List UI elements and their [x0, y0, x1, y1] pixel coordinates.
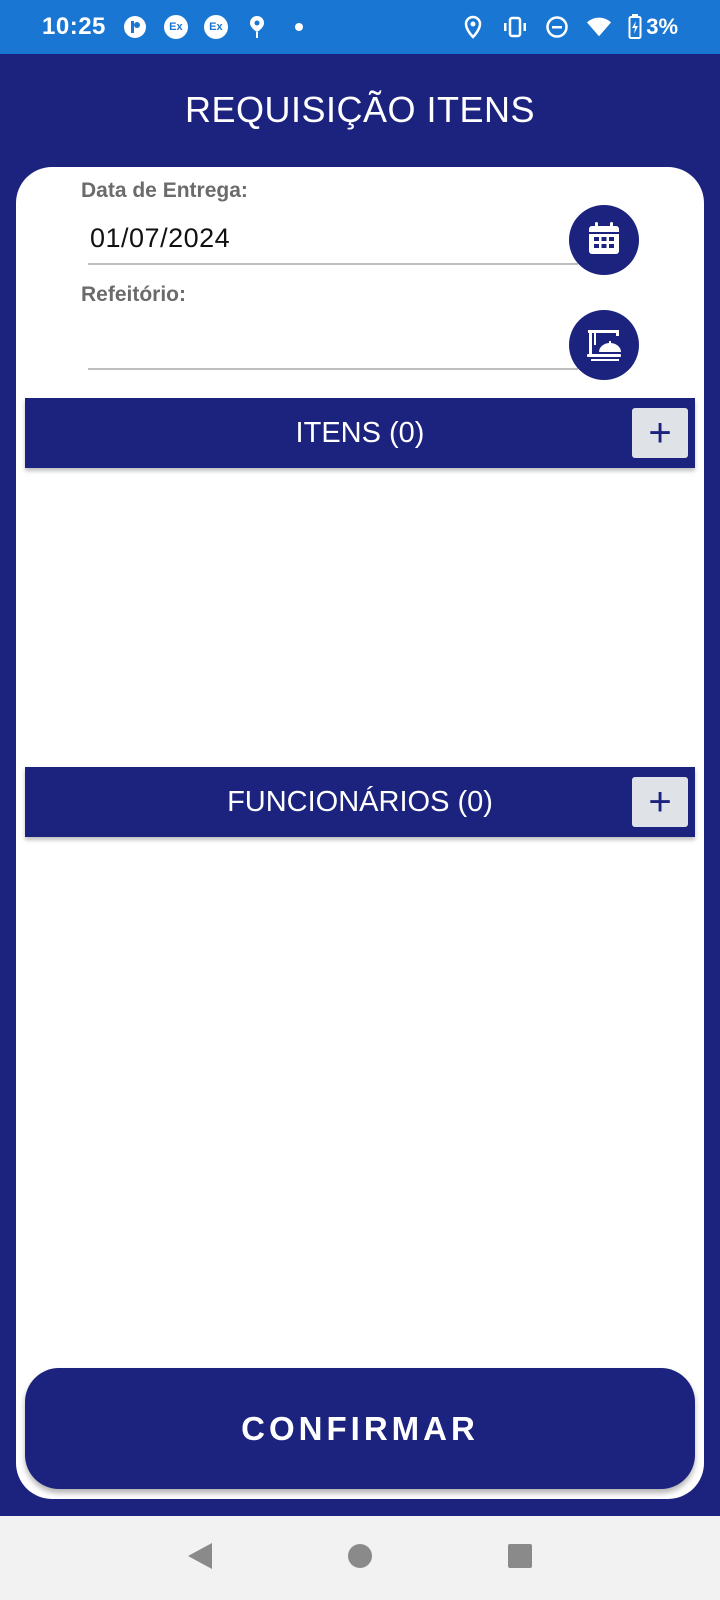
- employees-section-header: FUNCIONÁRIOS (0) +: [25, 767, 695, 837]
- app-header: REQUISIÇÃO ITENS: [0, 54, 720, 166]
- wifi-icon: [586, 14, 612, 40]
- app-icon: [122, 14, 148, 40]
- delivery-date-field[interactable]: 01/07/2024: [88, 213, 578, 265]
- battery-charging-icon: [628, 14, 642, 40]
- items-section-header: ITENS (0) +: [25, 398, 695, 468]
- plus-icon: +: [648, 411, 672, 455]
- food-service-icon: [583, 322, 625, 369]
- location-pin-icon: [244, 14, 270, 40]
- back-triangle-icon: [186, 1541, 214, 1576]
- system-nav-bar: [0, 1516, 720, 1600]
- status-time: 10:25: [42, 13, 106, 40]
- page-title: REQUISIÇÃO ITENS: [184, 89, 536, 130]
- employees-list: [25, 837, 695, 1357]
- add-item-button[interactable]: +: [632, 408, 688, 458]
- confirm-button[interactable]: CONFIRMAR: [25, 1368, 695, 1489]
- calendar-icon: [584, 218, 624, 263]
- back-button[interactable]: [180, 1538, 220, 1578]
- cafeteria-label: Refeitório:: [81, 283, 186, 306]
- battery-percent: 3%: [646, 14, 678, 39]
- cafeteria-button[interactable]: [569, 310, 639, 380]
- calendar-button[interactable]: [569, 205, 639, 275]
- home-button[interactable]: [340, 1538, 380, 1578]
- main-card: Data de Entrega: 01/07/2024 Refeitório:: [16, 167, 704, 1499]
- items-section-title: ITENS (0): [295, 416, 425, 449]
- status-bar: 10:25 Ex Ex 3%: [0, 0, 720, 54]
- employees-section-title: FUNCIONÁRIOS (0): [227, 785, 493, 818]
- vibrate-icon: [502, 14, 528, 40]
- plus-icon: +: [648, 780, 672, 824]
- dnd-icon: [544, 14, 570, 40]
- ex-icon: Ex: [203, 15, 228, 39]
- status-left: 10:25 Ex Ex: [42, 13, 312, 41]
- add-employee-button[interactable]: +: [632, 777, 688, 827]
- cafeteria-field[interactable]: [88, 318, 578, 370]
- status-right: 3%: [460, 14, 678, 40]
- delivery-date-label: Data de Entrega:: [81, 179, 248, 202]
- home-circle-icon: [346, 1542, 374, 1575]
- location-icon: [460, 14, 486, 40]
- items-list: [25, 468, 695, 766]
- dot-icon: [286, 14, 312, 40]
- recents-button[interactable]: [500, 1538, 540, 1578]
- ex-icon: Ex: [163, 15, 188, 39]
- recents-square-icon: [506, 1542, 534, 1575]
